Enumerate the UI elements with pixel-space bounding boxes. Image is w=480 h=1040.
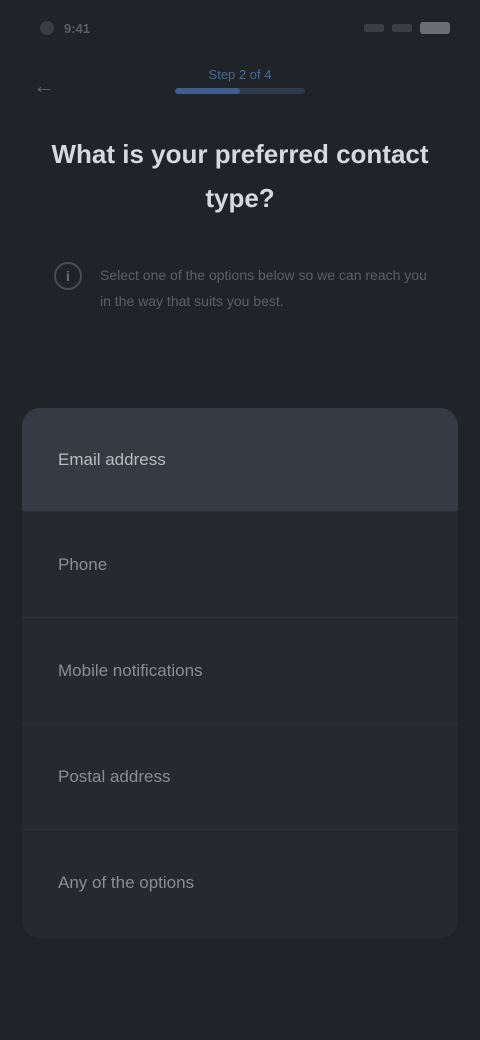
- option-phone[interactable]: Phone: [22, 512, 458, 618]
- status-indicator-icon: [40, 21, 54, 35]
- header: Step 2 of 4 What is your preferred conta…: [0, 66, 480, 220]
- option-label: Postal address: [58, 766, 171, 786]
- option-any[interactable]: Any of the options: [22, 830, 458, 936]
- option-label: Mobile notifications: [58, 660, 203, 680]
- signal-icon: [364, 24, 384, 32]
- status-left: 9:41: [40, 21, 90, 36]
- status-bar: 9:41: [0, 0, 480, 56]
- info-icon: i: [54, 262, 82, 290]
- battery-icon: [420, 22, 450, 34]
- step-label: Step 2 of 4: [208, 67, 272, 82]
- page-title: What is your preferred contact type?: [51, 139, 429, 213]
- progress-fill: [175, 88, 240, 94]
- status-right: [364, 22, 450, 34]
- wifi-icon: [392, 24, 412, 32]
- info-note: i Select one of the options below so we …: [54, 262, 434, 314]
- option-label: Email address: [58, 449, 166, 469]
- status-time: 9:41: [64, 20, 91, 36]
- option-postal-address[interactable]: Postal address: [22, 724, 458, 830]
- option-email[interactable]: Email address: [22, 408, 458, 512]
- option-label: Any of the options: [58, 873, 195, 892]
- option-label: Phone: [58, 554, 108, 574]
- progress-bar: [175, 88, 305, 94]
- option-mobile-notifications[interactable]: Mobile notifications: [22, 618, 458, 724]
- info-text: Select one of the options below so we ca…: [100, 267, 427, 309]
- contact-options-list: Email address Phone Mobile notifications…: [22, 408, 458, 938]
